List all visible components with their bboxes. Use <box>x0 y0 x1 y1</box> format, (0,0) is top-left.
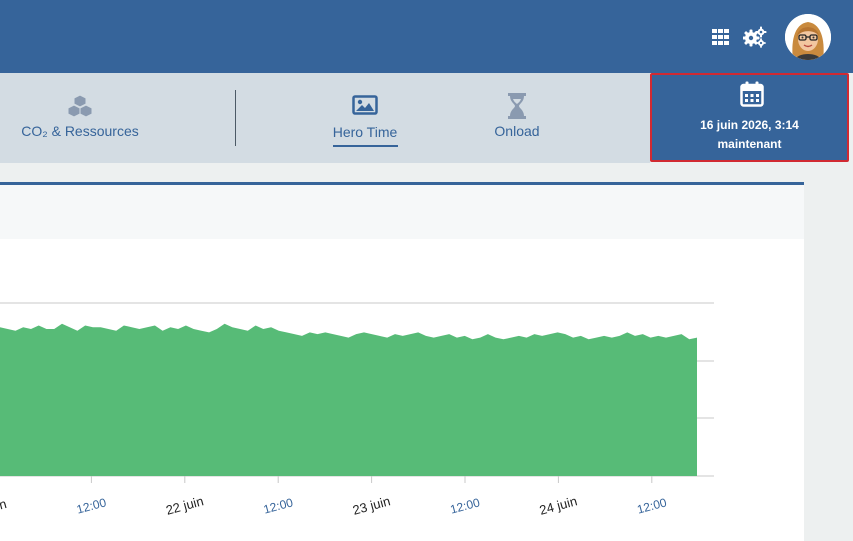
tab-label: Onload <box>494 123 540 139</box>
tab-label: CO₂ & Ressources <box>21 123 139 139</box>
x-tick-label: 12:00 <box>635 495 668 516</box>
series-area <box>0 323 697 476</box>
calendar-icon <box>740 81 764 112</box>
chart-panel: uin 12:00 22 juin 12:00 23 juin 12:00 24 juin 1… <box>0 182 804 541</box>
x-tick-label: 12:00 <box>262 495 295 516</box>
cubes-icon <box>66 94 94 118</box>
image-icon <box>352 95 378 117</box>
top-bar <box>0 0 853 73</box>
tab-divider <box>235 90 236 146</box>
x-tick-label: 24 juin <box>538 493 579 517</box>
x-tick-label: 22 juin <box>164 493 205 517</box>
x-tick-label: 12:00 <box>75 495 108 516</box>
user-avatar-icon[interactable] <box>785 14 831 60</box>
x-tick-label: 23 juin <box>351 493 392 517</box>
selected-date: 16 juin 2026, 3:14 <box>700 118 799 132</box>
x-tick-label: 12:00 <box>449 495 482 516</box>
right-margin <box>804 163 853 541</box>
x-tick-label: uin <box>0 496 8 515</box>
relative-time: maintenant <box>717 137 782 151</box>
tab-hero-time[interactable]: Hero Time <box>325 73 405 163</box>
date-range-picker[interactable]: 16 juin 2026, 3:14 maintenant <box>650 73 849 162</box>
tab-onload[interactable]: Onload <box>477 73 557 163</box>
area-chart: uin 12:00 22 juin 12:00 23 juin 12:00 24 juin 1… <box>0 302 714 518</box>
tab-label: Hero Time <box>332 124 398 140</box>
gears-icon[interactable] <box>742 24 768 50</box>
grid-icon[interactable] <box>709 26 731 48</box>
hourglass-icon <box>507 93 527 119</box>
tab-bar: CO₂ & Ressources Hero Time Onload <box>0 73 650 163</box>
active-tab-indicator <box>333 145 398 147</box>
tab-co2-ressources[interactable]: CO₂ & Ressources <box>10 73 150 163</box>
